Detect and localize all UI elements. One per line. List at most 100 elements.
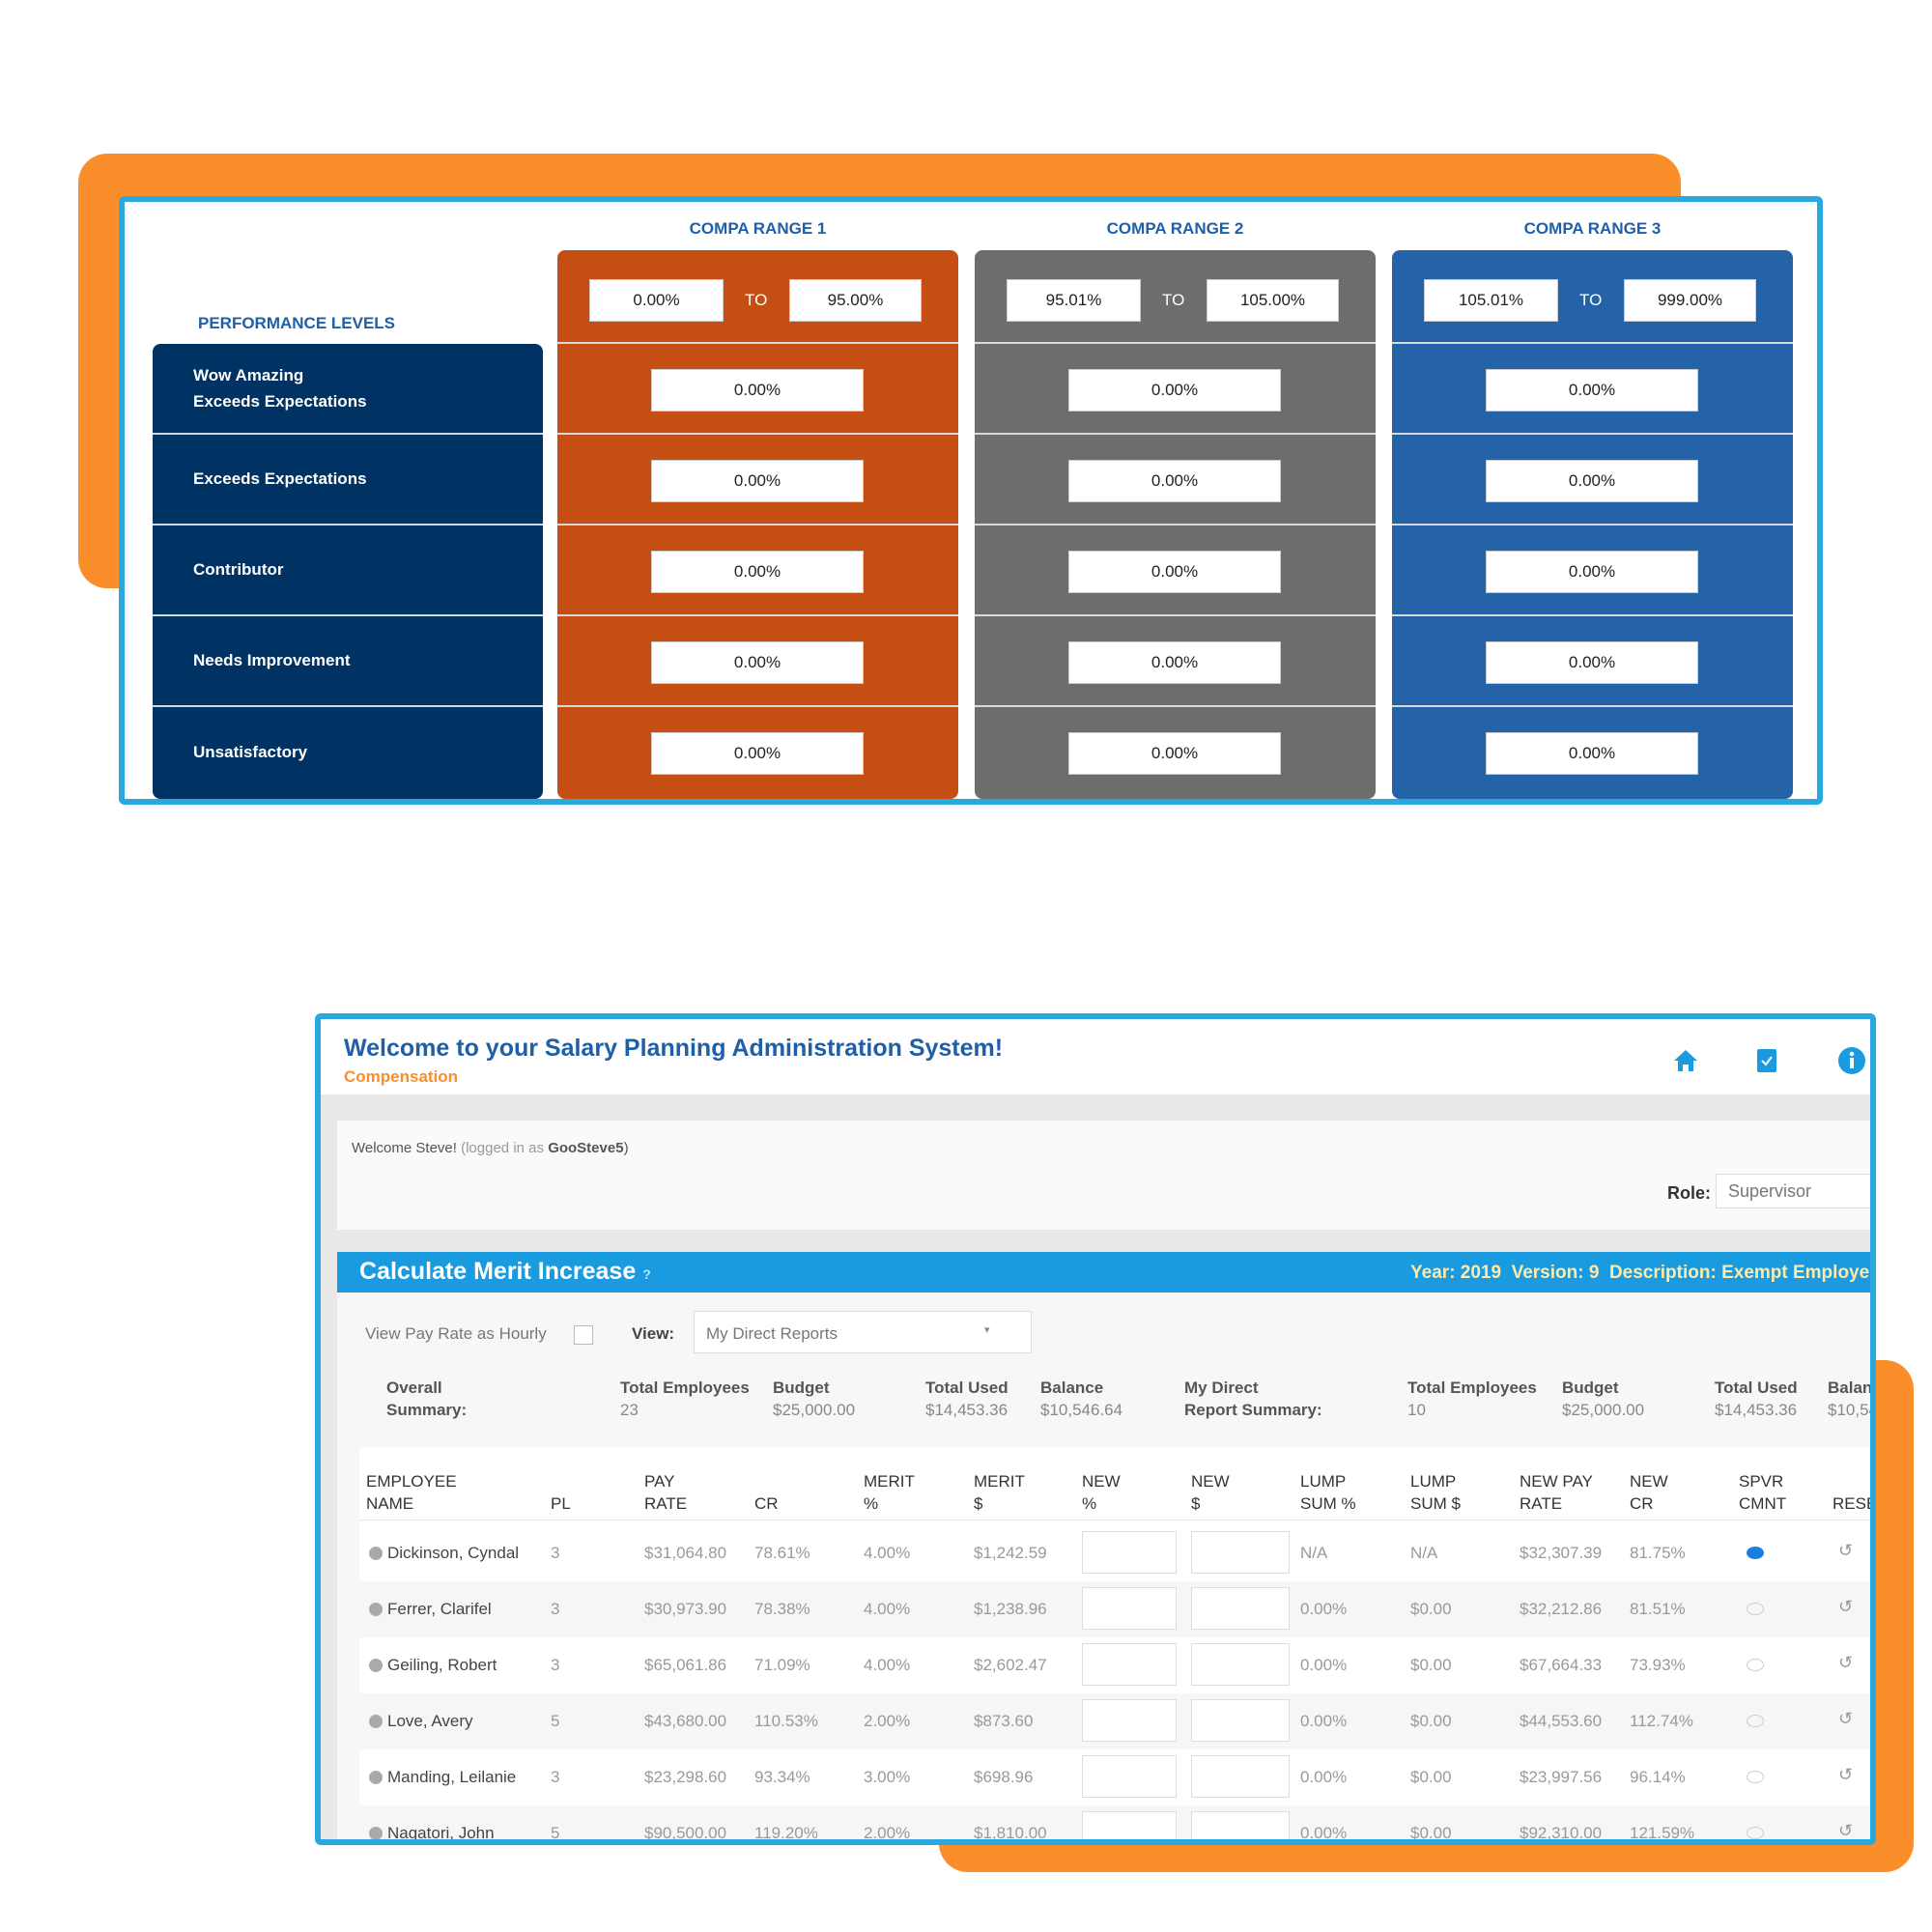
expand-row-icon[interactable] — [369, 1771, 383, 1784]
hourly-checkbox[interactable] — [574, 1325, 593, 1345]
cell-pay: $43,680.00 — [644, 1712, 727, 1730]
performance-level-line: Exceeds Expectations — [193, 392, 367, 411]
cell-ncr: 121.59% — [1630, 1824, 1695, 1842]
increase-input[interactable]: 0.00% — [651, 369, 864, 412]
increase-input[interactable]: 0.00% — [1486, 369, 1698, 412]
column-header-line: NAME — [366, 1494, 414, 1513]
increase-input[interactable]: 0.00% — [1486, 732, 1698, 775]
cell-name: Dickinson, Cyndal — [387, 1544, 520, 1562]
range-from-input[interactable]: 105.01% — [1424, 279, 1558, 322]
app-title: Welcome to your Salary Planning Administ… — [344, 1035, 1004, 1062]
cell-md: $873.60 — [974, 1712, 1034, 1730]
comment-icon[interactable] — [1747, 1659, 1764, 1671]
performance-level-label: Contributor — [193, 556, 283, 582]
increase-input[interactable]: 0.00% — [651, 732, 864, 775]
performance-level-line: Needs Improvement — [193, 651, 351, 670]
summary-overall-value: $25,000.00 — [773, 1401, 856, 1419]
new-amount-input[interactable] — [1191, 1755, 1290, 1798]
new-amount-input[interactable] — [1191, 1531, 1290, 1574]
cell-lsp: 0.00% — [1300, 1656, 1348, 1674]
checklist-icon[interactable] — [1756, 1048, 1777, 1073]
increase-input[interactable]: 0.00% — [1068, 551, 1281, 593]
performance-level-row: Contributor — [153, 526, 543, 616]
summary-direct-label: My Direct — [1184, 1378, 1259, 1397]
column-header: MERIT $ — [974, 1470, 1025, 1515]
expand-row-icon[interactable] — [369, 1603, 383, 1616]
increase-input[interactable]: 0.00% — [1068, 641, 1281, 684]
reset-icon[interactable]: ↺ — [1838, 1765, 1853, 1785]
new-percent-input[interactable] — [1082, 1699, 1177, 1742]
cell-pay: $30,973.90 — [644, 1600, 727, 1618]
info-icon[interactable] — [1837, 1046, 1866, 1075]
new-percent-input[interactable] — [1082, 1811, 1177, 1839]
role-select[interactable]: Supervisor — [1716, 1174, 1870, 1208]
cell-cr: 71.09% — [754, 1656, 810, 1674]
column-header-line: RATE — [644, 1494, 688, 1513]
reset-icon[interactable]: ↺ — [1838, 1597, 1853, 1617]
increase-input[interactable]: 0.00% — [651, 551, 864, 593]
row-divider — [975, 524, 1376, 526]
home-icon[interactable] — [1673, 1048, 1698, 1073]
range-to-input[interactable]: 999.00% — [1624, 279, 1756, 322]
increase-input[interactable]: 0.00% — [651, 460, 864, 502]
range-to-input[interactable]: 95.00% — [789, 279, 922, 322]
range-to-input[interactable]: 105.00% — [1207, 279, 1339, 322]
reset-icon[interactable]: ↺ — [1838, 1821, 1853, 1839]
cell-mp: 4.00% — [864, 1600, 911, 1618]
increase-input[interactable]: 0.00% — [651, 641, 864, 684]
view-select[interactable]: My Direct Reports ▾ — [694, 1311, 1032, 1353]
reset-icon[interactable]: ↺ — [1838, 1653, 1853, 1673]
increase-input[interactable]: 0.00% — [1486, 551, 1698, 593]
increase-input[interactable]: 0.00% — [1486, 641, 1698, 684]
cell-lsp: 0.00% — [1300, 1768, 1348, 1786]
reset-icon[interactable]: ↺ — [1838, 1709, 1853, 1729]
expand-row-icon[interactable] — [369, 1659, 383, 1672]
help-icon[interactable]: ? — [642, 1266, 651, 1282]
expand-row-icon[interactable] — [369, 1547, 383, 1560]
expand-row-icon[interactable] — [369, 1715, 383, 1728]
increase-input[interactable]: 0.00% — [1068, 460, 1281, 502]
cell-md: $1,242.59 — [974, 1544, 1047, 1562]
range-to-label: TO — [1162, 291, 1185, 309]
summary-direct-label: Budget — [1562, 1378, 1619, 1397]
comment-icon[interactable] — [1747, 1827, 1764, 1839]
expand-row-icon[interactable] — [369, 1827, 383, 1839]
new-amount-input[interactable] — [1191, 1587, 1290, 1630]
cell-ncr: 81.75% — [1630, 1544, 1686, 1562]
cell-mp: 2.00% — [864, 1824, 911, 1842]
cell-npr: $67,664.33 — [1520, 1656, 1603, 1674]
column-header: PL — [551, 1470, 571, 1515]
increase-input[interactable]: 0.00% — [1068, 732, 1281, 775]
increase-input[interactable]: 0.00% — [1068, 369, 1281, 412]
cell-mp: 4.00% — [864, 1656, 911, 1674]
reset-icon[interactable]: ↺ — [1838, 1541, 1853, 1561]
comment-icon[interactable] — [1747, 1771, 1764, 1783]
performance-level-label: Unsatisfactory — [193, 739, 307, 765]
range-from-input[interactable]: 95.01% — [1007, 279, 1141, 322]
cell-cr: 93.34% — [754, 1768, 810, 1786]
increase-input[interactable]: 0.00% — [1486, 460, 1698, 502]
range-from-input[interactable]: 0.00% — [589, 279, 724, 322]
new-percent-input[interactable] — [1082, 1755, 1177, 1798]
summary-direct-value: $10,54 — [1828, 1401, 1876, 1419]
column-header-line: NEW — [1082, 1472, 1121, 1491]
cell-lsd: $0.00 — [1410, 1656, 1452, 1674]
column-header: LUMP SUM % — [1300, 1470, 1356, 1515]
cell-pay: $90,500.00 — [644, 1824, 727, 1842]
cell-npr: $32,212.86 — [1520, 1600, 1603, 1618]
new-amount-input[interactable] — [1191, 1699, 1290, 1742]
comment-icon[interactable] — [1747, 1547, 1764, 1559]
cell-name: Love, Avery — [387, 1712, 473, 1730]
new-amount-input[interactable] — [1191, 1643, 1290, 1686]
new-percent-input[interactable] — [1082, 1643, 1177, 1686]
row-divider — [1392, 524, 1793, 526]
comment-icon[interactable] — [1747, 1715, 1764, 1727]
comment-icon[interactable] — [1747, 1603, 1764, 1615]
summary-overall-label: Balance — [1040, 1378, 1104, 1397]
new-percent-input[interactable] — [1082, 1531, 1177, 1574]
cell-pl: 3 — [551, 1768, 560, 1786]
section-title: Calculate Merit Increase ? — [359, 1258, 651, 1286]
new-amount-input[interactable] — [1191, 1811, 1290, 1839]
new-percent-input[interactable] — [1082, 1587, 1177, 1630]
cell-pay: $31,064.80 — [644, 1544, 727, 1562]
